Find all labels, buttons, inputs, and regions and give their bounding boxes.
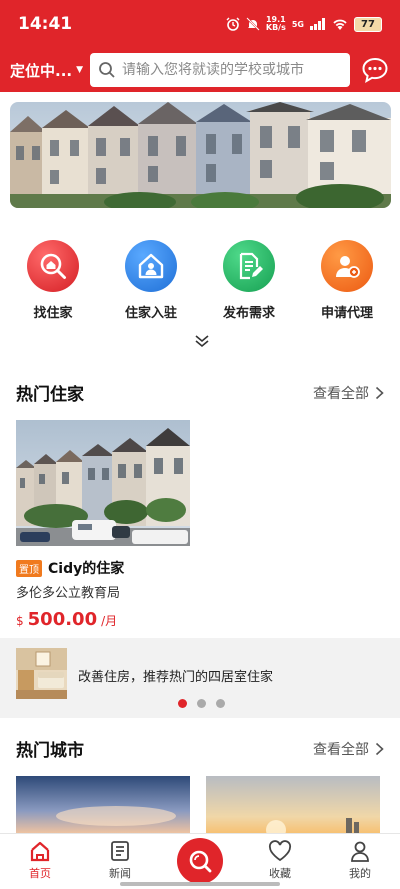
search-box[interactable] bbox=[90, 53, 350, 87]
price-unit: /月 bbox=[101, 614, 118, 628]
status-bar: 14:41 19.1 KB/s 5G 77 bbox=[0, 0, 400, 48]
battery-indicator: 77 bbox=[354, 16, 382, 32]
mute-bell-icon bbox=[246, 17, 260, 31]
expand-double-chevron-icon[interactable] bbox=[194, 334, 210, 348]
nav-profile[interactable]: 我的 bbox=[320, 834, 400, 889]
wifi-icon bbox=[333, 19, 347, 30]
quick-icon-bg bbox=[27, 240, 79, 292]
message-button[interactable] bbox=[358, 53, 392, 87]
quick-label: 住家入驻 bbox=[124, 306, 177, 321]
promo-text: 改善住房，推荐热门的四居室住家 bbox=[78, 670, 274, 685]
user-icon bbox=[351, 841, 369, 862]
quick-apply-agent[interactable]: 申请代理 bbox=[301, 240, 393, 321]
nav-news[interactable]: 新闻 bbox=[80, 834, 160, 889]
carousel-dots bbox=[178, 699, 225, 708]
section-title: 热门住家 bbox=[16, 385, 84, 405]
house-search-icon bbox=[40, 253, 66, 279]
promo-carousel[interactable]: 改善住房，推荐热门的四居室住家 bbox=[0, 638, 400, 718]
heart-icon bbox=[268, 840, 292, 862]
view-all-label: 查看全部 bbox=[313, 385, 369, 402]
section-title: 热门城市 bbox=[16, 741, 84, 761]
hot-homes-header: 热门住家 查看全部 bbox=[16, 380, 384, 405]
quick-publish-demand[interactable]: 发布需求 bbox=[203, 240, 295, 321]
location-label: 定位中... bbox=[10, 61, 73, 80]
quick-home-join[interactable]: 住家入驻 bbox=[105, 240, 197, 321]
nav-label: 我的 bbox=[349, 867, 371, 880]
net-speed-unit: KB/s bbox=[265, 23, 286, 32]
home-location: 多伦多公立教育局 bbox=[16, 586, 121, 601]
carousel-dot-active[interactable] bbox=[178, 699, 187, 708]
chevron-right-icon bbox=[375, 386, 384, 399]
pinned-badge: 置顶 bbox=[16, 559, 42, 577]
hero-banner[interactable] bbox=[10, 102, 391, 208]
chevron-right-icon bbox=[375, 742, 384, 755]
document-edit-icon bbox=[239, 252, 263, 280]
city-skyline-image bbox=[16, 776, 190, 834]
view-all-label: 查看全部 bbox=[313, 741, 369, 758]
app-header: 定位中... ▼ bbox=[0, 48, 400, 92]
home-price: $ 500.00 /月 bbox=[16, 609, 190, 630]
city-card[interactable] bbox=[16, 776, 190, 834]
status-time: 14:41 bbox=[18, 14, 73, 34]
carousel-dot[interactable] bbox=[197, 699, 206, 708]
nav-label: 收藏 bbox=[269, 867, 291, 880]
alarm-icon bbox=[226, 17, 240, 31]
quick-find-home[interactable]: 找住家 bbox=[7, 240, 99, 321]
home-card[interactable]: 置顶 Cidy的住家 多伦多公立教育局 $ 500.00 /月 bbox=[16, 420, 190, 630]
nav-label: 首页 bbox=[29, 867, 51, 880]
home-indicator bbox=[120, 882, 280, 886]
nav-search[interactable] bbox=[160, 834, 240, 889]
promo-thumbnail bbox=[16, 648, 67, 699]
quick-menu: 找住家 住家入驻 发布需求 申请代理 bbox=[0, 240, 400, 321]
bottom-nav: 首页 新闻 收藏 我的 bbox=[0, 833, 400, 889]
price-value: 500.00 bbox=[27, 609, 98, 630]
city-sunset-image bbox=[206, 776, 380, 834]
search-icon bbox=[99, 62, 115, 78]
search-input[interactable] bbox=[122, 62, 342, 78]
home-photo bbox=[16, 420, 190, 546]
hot-cities-header: 热门城市 查看全部 bbox=[16, 736, 384, 761]
quick-icon-bg bbox=[321, 240, 373, 292]
victorian-houses-image bbox=[10, 102, 391, 208]
net-speed: 19.1 KB/s bbox=[266, 16, 286, 32]
status-icons: 19.1 KB/s 5G 77 bbox=[226, 16, 382, 32]
signal-icon bbox=[310, 18, 325, 30]
house-user-icon bbox=[138, 253, 164, 279]
quick-label: 找住家 bbox=[33, 306, 73, 321]
network-type: 5G bbox=[291, 20, 304, 29]
carousel-dot[interactable] bbox=[216, 699, 225, 708]
hot-homes-view-all[interactable]: 查看全部 bbox=[313, 383, 384, 403]
caret-down-icon: ▼ bbox=[76, 65, 84, 75]
home-icon bbox=[30, 841, 50, 862]
home-name-row: 置顶 Cidy的住家 bbox=[16, 558, 190, 578]
chat-bubble-icon bbox=[362, 57, 388, 83]
quick-icon-bg bbox=[125, 240, 177, 292]
search-icon bbox=[189, 850, 212, 873]
agent-icon bbox=[336, 256, 360, 278]
nav-favorites[interactable]: 收藏 bbox=[240, 834, 320, 889]
room-interior-image bbox=[16, 648, 67, 699]
quick-label: 申请代理 bbox=[320, 306, 373, 321]
center-search-button[interactable] bbox=[177, 838, 223, 884]
nav-label: 新闻 bbox=[109, 867, 131, 880]
price-currency: $ bbox=[16, 614, 24, 628]
news-icon bbox=[111, 841, 129, 861]
city-card[interactable] bbox=[206, 776, 380, 834]
nav-home[interactable]: 首页 bbox=[0, 834, 80, 889]
quick-label: 发布需求 bbox=[222, 306, 275, 321]
hot-cities-view-all[interactable]: 查看全部 bbox=[313, 739, 384, 759]
home-photo-image bbox=[16, 420, 190, 546]
location-selector[interactable]: 定位中... ▼ bbox=[10, 60, 88, 81]
home-name: Cidy的住家 bbox=[48, 561, 125, 577]
quick-icon-bg bbox=[223, 240, 275, 292]
